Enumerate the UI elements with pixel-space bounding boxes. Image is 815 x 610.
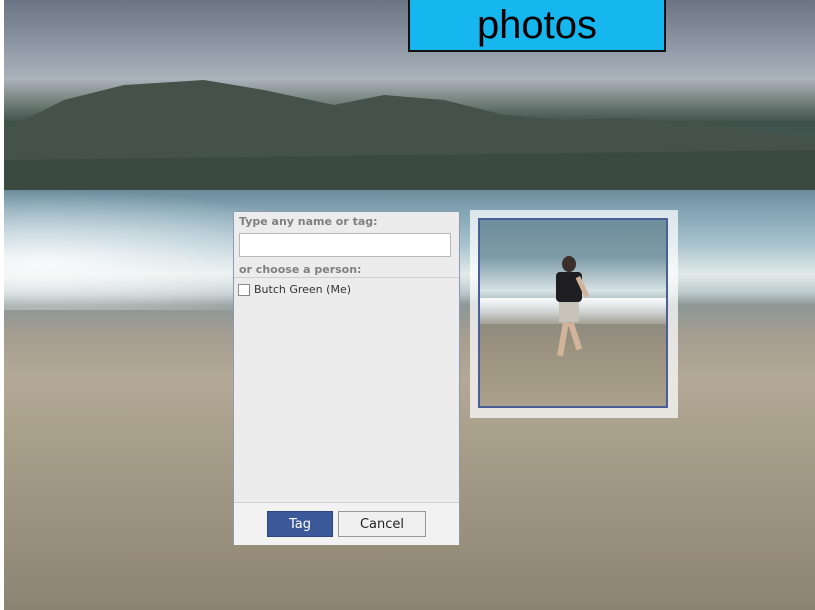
child-leg [557, 321, 569, 357]
search-label: Type any name or tag: [239, 215, 378, 228]
person-list-item[interactable]: Butch Green (Me) [238, 283, 351, 296]
child-leg [567, 321, 583, 351]
name-tag-input[interactable] [239, 233, 451, 257]
tag-button[interactable]: Tag [267, 511, 333, 537]
tag-selection-frame[interactable] [470, 210, 678, 418]
cancel-button[interactable]: Cancel [338, 511, 426, 537]
choose-person-label: or choose a person: [239, 263, 362, 276]
mountain-silhouette [4, 80, 815, 190]
tag-dialog: Type any name or tag: or choose a person… [233, 211, 460, 545]
tag-selection-box[interactable] [478, 218, 668, 408]
child-figure [562, 256, 576, 272]
dialog-footer: Tag Cancel [234, 502, 459, 545]
person-name: Butch Green (Me) [254, 283, 351, 296]
person-checkbox[interactable] [238, 283, 250, 296]
divider [234, 277, 459, 278]
page-title: photos [408, 0, 666, 52]
child-shorts [559, 302, 579, 322]
